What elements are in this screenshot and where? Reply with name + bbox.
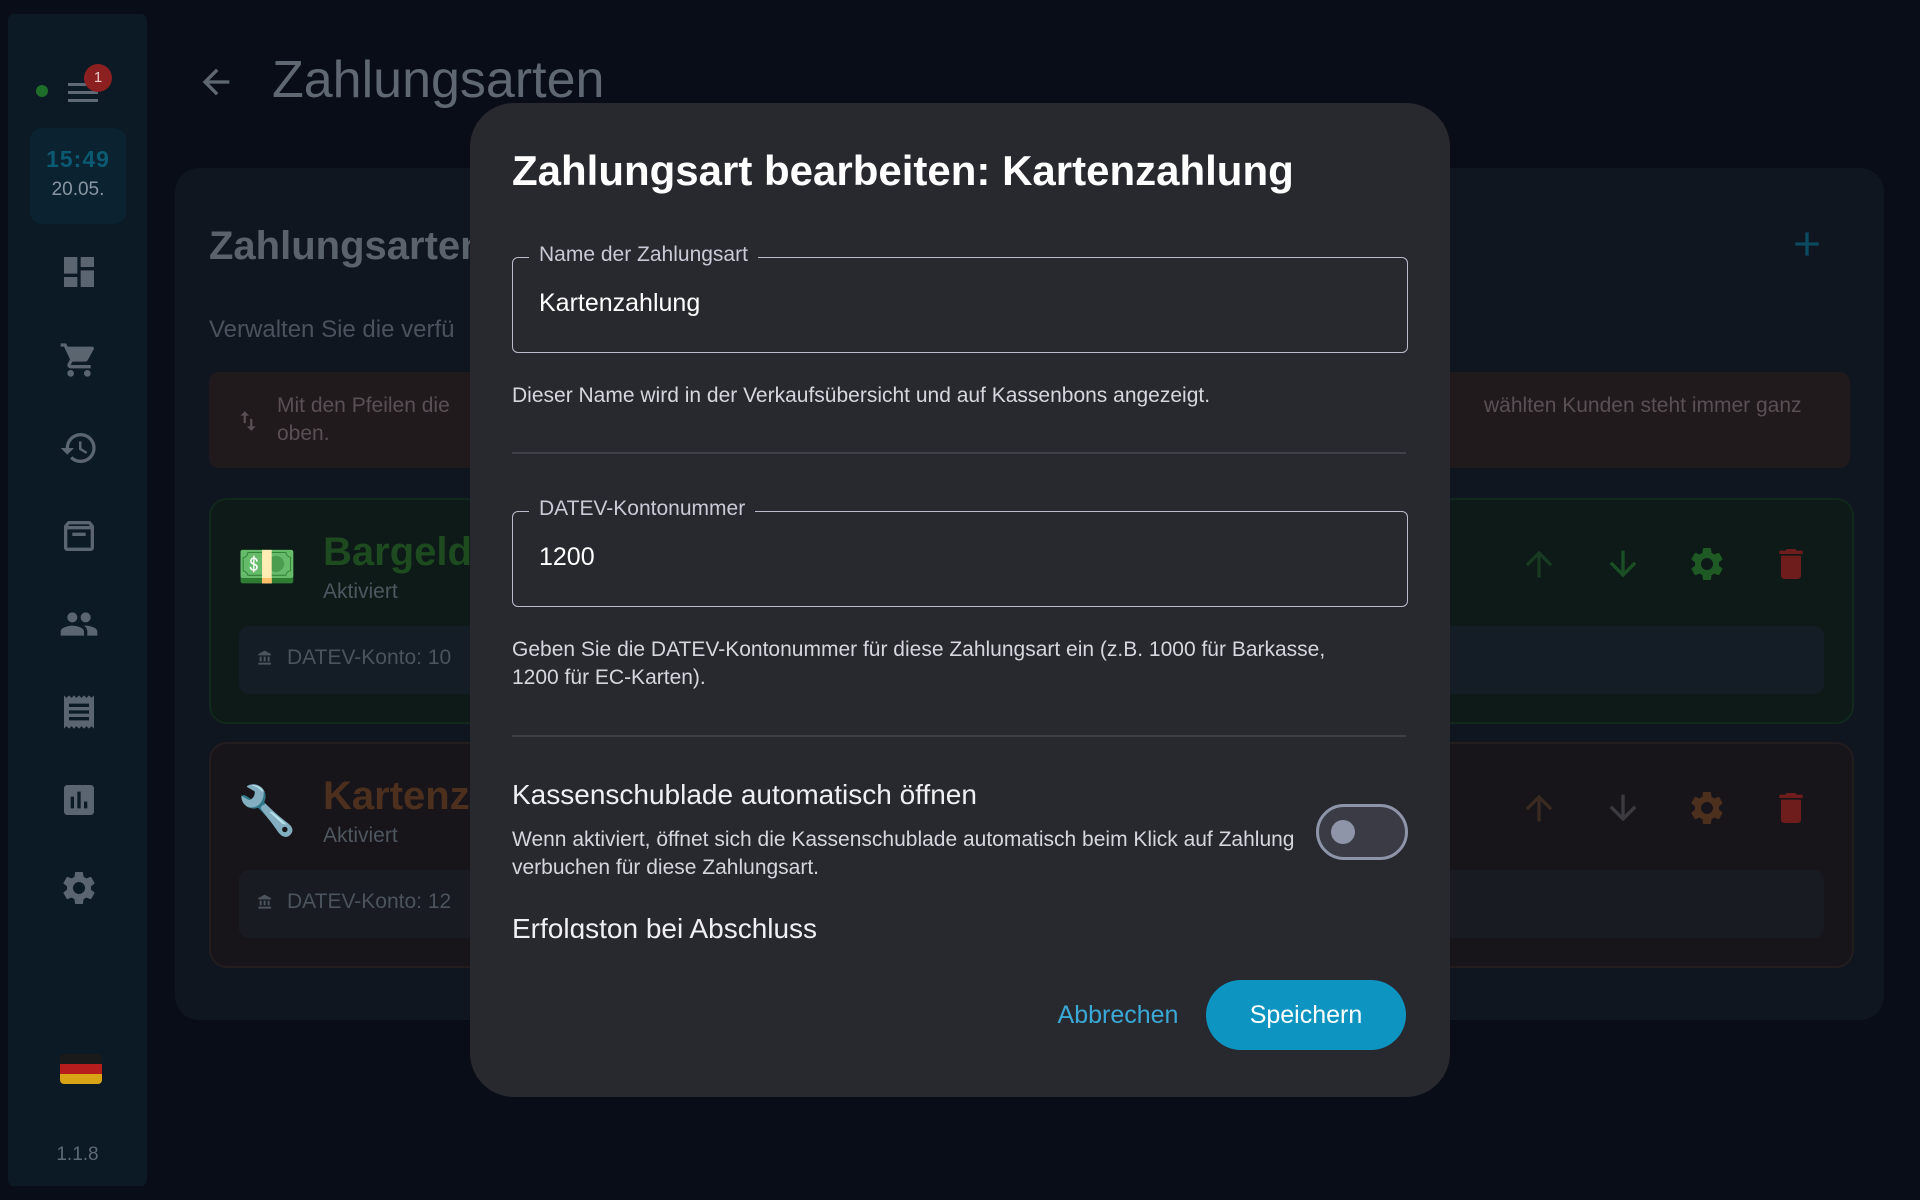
cash-drawer-toggle-label: Kassenschublade automatisch öffnen [512,779,977,810]
account-text: DATEV-Konto: 10 [287,646,452,669]
archive-icon[interactable] [59,516,99,556]
online-status-dot [36,85,48,97]
info-text-right: wählten Kunden steht immer ganz [1484,394,1802,417]
row-actions [1519,788,1819,832]
dialog-title: Zahlungsart bearbeiten: Kartenzahlung [512,147,1294,194]
payment-name-field[interactable]: Name der Zahlungsart [512,243,1408,353]
account-text: DATEV-Konto: 12 [287,890,452,913]
settings-gear-icon[interactable] [1687,544,1727,584]
chart-icon[interactable] [59,780,99,820]
language-selector[interactable] [30,1020,126,1116]
edit-payment-method-dialog: Zahlungsart bearbeiten: Kartenzahlung Na… [470,103,1450,1097]
back-arrow-icon[interactable] [196,62,236,102]
datev-account-label: DATEV-Kontonummer [529,497,756,521]
app-version: 1.1.8 [56,1144,99,1165]
receipt-icon[interactable] [59,692,99,732]
datev-account-input[interactable] [539,543,1379,572]
gear-icon[interactable] [59,868,99,908]
wrench-icon: 🔧 [237,785,297,838]
swap-vertical-icon [235,406,261,436]
clock-widget: 15:49 20.05. [30,128,126,224]
datev-account-help: Geben Sie die DATEV-Kontonummer für dies… [512,638,1326,689]
payment-method-name: Bargeld [323,530,472,574]
clock-time: 15:49 [46,146,110,172]
delete-trash-icon[interactable] [1771,788,1811,828]
payment-name-help: Dieser Name wird in der Verkaufsübersich… [512,384,1211,407]
divider [512,735,1406,737]
cash-drawer-toggle[interactable] [1316,804,1408,860]
cancel-button[interactable]: Abbrechen [1040,980,1196,1050]
german-flag-icon [60,1054,102,1084]
move-down-icon[interactable] [1603,788,1643,828]
sidebar: 1 15:49 20.05. 1.1.8 [8,14,147,1186]
add-payment-method-button[interactable] [1787,224,1827,264]
page-title: Zahlungsarten [272,51,605,109]
card-title: Zahlungsarten [209,224,485,268]
clock-date: 20.05. [51,179,105,200]
money-icon: 💵 [237,541,297,594]
move-up-icon[interactable] [1519,544,1559,584]
delete-trash-icon[interactable] [1771,544,1811,584]
success-sound-heading-text: Erfolgston bei Abschluss [512,913,818,939]
payment-method-status: Aktiviert [323,580,398,603]
toggle-knob [1331,820,1355,844]
payment-method-status: Aktiviert [323,824,398,847]
info-text-left: Mit den Pfeilen die oben. [277,394,450,445]
cash-drawer-toggle-help: Wenn aktiviert, öffnet sich die Kassensc… [512,828,1295,879]
cart-icon[interactable] [59,340,99,380]
bank-icon [257,650,273,666]
row-actions [1519,544,1819,588]
success-sound-heading: Erfolgston bei Abschluss [512,913,1406,939]
payment-name-label: Name der Zahlungsart [529,243,758,267]
payment-name-input[interactable] [539,289,1379,318]
settings-gear-icon[interactable] [1687,788,1727,828]
payment-method-name: Kartenza [323,774,492,818]
card-subtitle: Verwalten Sie die verfü [209,316,455,343]
history-icon[interactable] [59,428,99,468]
bank-icon [257,894,273,910]
move-down-icon[interactable] [1603,544,1643,584]
dashboard-icon[interactable] [59,252,99,292]
datev-account-field[interactable]: DATEV-Kontonummer [512,497,1408,607]
save-button[interactable]: Speichern [1206,980,1406,1050]
sidebar-top: 1 [8,64,147,118]
notification-badge: 1 [84,64,112,92]
move-up-icon[interactable] [1519,788,1559,828]
people-icon[interactable] [59,604,99,644]
divider [512,452,1406,454]
